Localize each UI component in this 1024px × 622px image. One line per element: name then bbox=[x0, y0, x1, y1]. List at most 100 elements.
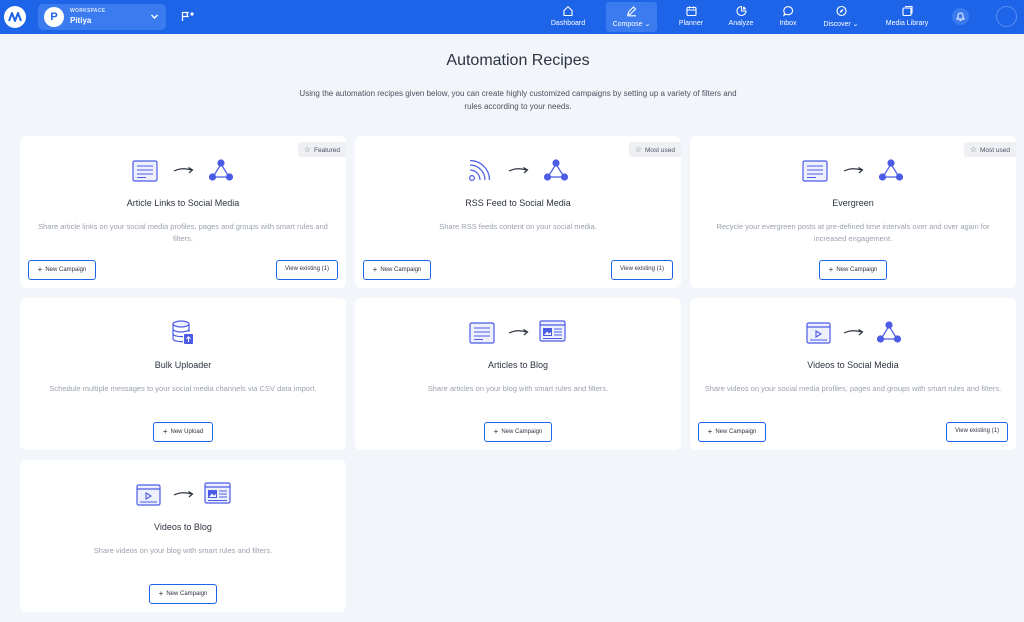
chart-icon bbox=[736, 5, 747, 17]
recipe-title: Articles to Blog bbox=[487, 360, 549, 370]
nav-planner[interactable]: Planner bbox=[674, 2, 708, 32]
recipe-card-rss-feed: ☆ Most used RSS Feed to Social Media Shar… bbox=[355, 136, 681, 288]
most-used-badge: ☆ Most used bbox=[628, 142, 681, 157]
plus-icon: + bbox=[162, 427, 168, 436]
nav-label: Dashboard bbox=[550, 20, 586, 27]
recipe-card-evergreen: ☆ Most used Evergreen Recycle your evergr… bbox=[690, 136, 1016, 288]
view-existing-button[interactable]: View existing (1) bbox=[946, 422, 1008, 442]
recipe-description: Schedule multiple messages to your socia… bbox=[49, 384, 317, 393]
chevron-down-icon bbox=[151, 14, 158, 19]
arrow-right-icon bbox=[508, 166, 529, 174]
recipe-description: Recycle your evergreen posts at pre-defi… bbox=[716, 222, 990, 243]
recipe-card-videos-to-blog: Videos to Blog Share videos on your blog… bbox=[20, 460, 346, 612]
social-network-icon bbox=[876, 321, 902, 343]
recipe-description: Share videos on your social media profil… bbox=[704, 384, 1002, 393]
notifications-button[interactable] bbox=[952, 8, 969, 25]
social-network-icon bbox=[543, 159, 569, 181]
recipe-card-article-links: ☆ Featured Article Links to Social Media … bbox=[20, 136, 346, 288]
plus-icon: + bbox=[37, 265, 43, 274]
nav-label: Planner bbox=[678, 20, 704, 27]
social-network-icon bbox=[878, 159, 904, 181]
home-icon bbox=[563, 5, 573, 17]
recipe-card-bulk-uploader: Bulk Uploader Schedule multiple messages… bbox=[20, 298, 346, 450]
top-bar: P WORKSPACE Pitiya Dashboard Compose ⌄ P… bbox=[0, 0, 1024, 34]
nav-label: Media Library bbox=[885, 20, 929, 27]
workspace-name: Pitiya bbox=[70, 16, 92, 25]
star-icon: ☆ bbox=[303, 145, 311, 154]
star-icon: ☆ bbox=[634, 145, 642, 154]
plus-icon: + bbox=[372, 265, 378, 274]
recipe-title: RSS Feed to Social Media bbox=[465, 198, 571, 208]
video-icon bbox=[806, 322, 831, 344]
plus-icon: + bbox=[158, 589, 164, 598]
nav-label: Inbox bbox=[779, 20, 797, 27]
recipe-icons bbox=[355, 158, 681, 184]
view-existing-button[interactable]: View existing (1) bbox=[276, 260, 338, 280]
calendar-icon bbox=[686, 6, 697, 17]
recipe-card-videos-to-social: Videos to Social Media Share videos on y… bbox=[690, 298, 1016, 450]
workspace-avatar: P bbox=[44, 7, 64, 27]
arrow-right-icon bbox=[843, 166, 864, 174]
nav-discover[interactable]: Discover ⌄ bbox=[818, 2, 864, 32]
workspace-label: WORKSPACE bbox=[70, 8, 106, 14]
recipe-description: Share RSS feeds content on your social m… bbox=[439, 222, 597, 231]
media-icon bbox=[902, 5, 913, 17]
new-campaign-button[interactable]: + New Campaign bbox=[484, 422, 552, 442]
plus-icon: + bbox=[828, 265, 834, 274]
most-used-badge: ☆ Most used bbox=[963, 142, 1016, 157]
database-upload-icon bbox=[172, 320, 193, 344]
recipe-description: Share videos on your blog with smart rul… bbox=[93, 546, 273, 555]
recipe-card-articles-to-blog: Articles to Blog Share articles on your … bbox=[355, 298, 681, 450]
app-logo[interactable] bbox=[4, 6, 26, 28]
view-existing-button[interactable]: View existing (1) bbox=[611, 260, 673, 280]
nav-media-library[interactable]: Media Library bbox=[882, 2, 932, 32]
logo-icon bbox=[8, 12, 22, 22]
new-campaign-button[interactable]: + New Campaign bbox=[698, 422, 766, 442]
new-campaign-button[interactable]: + New Campaign bbox=[149, 584, 217, 604]
recipe-icons bbox=[355, 320, 681, 346]
recipe-icons bbox=[690, 320, 1016, 346]
arrow-right-icon bbox=[173, 490, 194, 498]
star-icon: ☆ bbox=[969, 145, 977, 154]
nav-inbox[interactable]: Inbox bbox=[774, 2, 802, 32]
arrow-right-icon bbox=[508, 328, 529, 336]
workspace-switcher[interactable]: P WORKSPACE Pitiya bbox=[38, 4, 166, 30]
article-icon bbox=[469, 322, 495, 344]
new-upload-button[interactable]: + New Upload bbox=[153, 422, 213, 442]
nav-compose[interactable]: Compose ⌄ bbox=[606, 2, 657, 32]
social-network-icon bbox=[208, 159, 234, 181]
new-campaign-button[interactable]: + New Campaign bbox=[819, 260, 887, 280]
recipe-title: Evergreen bbox=[832, 198, 874, 208]
recipe-description: Share articles on your blog with smart r… bbox=[427, 384, 609, 393]
blog-icon bbox=[204, 482, 231, 504]
featured-badge: ☆ Featured bbox=[297, 142, 346, 157]
nav-label: Analyze bbox=[728, 20, 754, 27]
rss-icon bbox=[468, 160, 491, 182]
recipe-description: Share article links on your social media… bbox=[38, 222, 328, 243]
nav-label: Compose bbox=[612, 21, 643, 28]
nav-analyze[interactable]: Analyze bbox=[724, 2, 758, 32]
plus-icon: + bbox=[493, 427, 499, 436]
nav-label: Discover bbox=[823, 21, 851, 28]
chevron-down-icon: ⌄ bbox=[644, 21, 651, 28]
plus-icon: + bbox=[707, 427, 713, 436]
arrow-right-icon bbox=[173, 166, 194, 174]
page-description: Using the automation recipes given below… bbox=[299, 89, 737, 111]
recipe-title: Videos to Social Media bbox=[807, 360, 899, 370]
recipe-icons bbox=[20, 158, 346, 184]
new-campaign-button[interactable]: + New Campaign bbox=[28, 260, 96, 280]
chevron-down-icon: ⌄ bbox=[852, 21, 859, 28]
bell-icon bbox=[956, 12, 965, 21]
profile-avatar[interactable] bbox=[996, 6, 1017, 27]
nav-dashboard[interactable]: Dashboard bbox=[546, 2, 590, 32]
article-icon bbox=[802, 160, 828, 182]
recipe-icons bbox=[690, 158, 1016, 184]
flag-icon[interactable] bbox=[181, 11, 195, 22]
recipe-title: Article Links to Social Media bbox=[126, 198, 240, 208]
recipe-title: Bulk Uploader bbox=[154, 360, 212, 370]
compass-icon bbox=[836, 5, 847, 17]
new-campaign-button[interactable]: + New Campaign bbox=[363, 260, 431, 280]
recipe-title: Videos to Blog bbox=[154, 522, 212, 532]
chat-icon bbox=[783, 6, 794, 17]
pen-icon bbox=[627, 6, 637, 17]
